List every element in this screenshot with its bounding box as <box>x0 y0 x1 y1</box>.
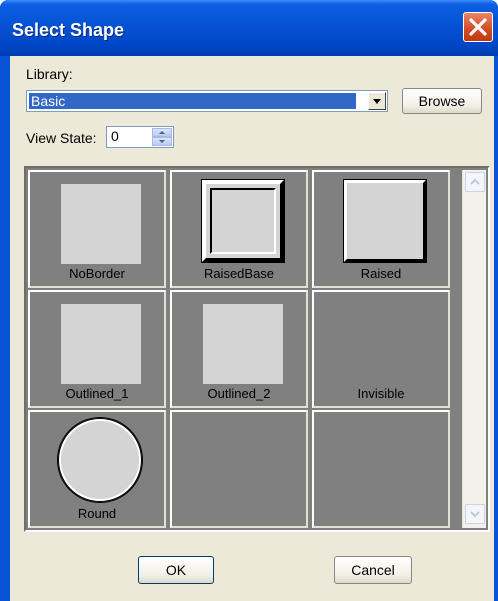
close-icon <box>469 18 487 36</box>
shape-preview-round <box>58 418 142 502</box>
scroll-up-button[interactable] <box>465 172 485 192</box>
dropdown-arrow-button[interactable] <box>368 92 386 110</box>
shape-cell-empty[interactable] <box>170 410 308 528</box>
chevron-down-icon <box>470 511 480 518</box>
view-state-stepper[interactable]: 0 <box>106 126 174 148</box>
dialog-body: Library: Basic Browse View State: 0 NoBo… <box>10 56 494 601</box>
shape-cell-raised[interactable]: Raised <box>312 170 450 288</box>
shape-cell-noborder[interactable]: NoBorder <box>28 170 166 288</box>
spin-down-button[interactable] <box>152 137 172 146</box>
scroll-down-button[interactable] <box>465 504 485 524</box>
ok-button[interactable]: OK <box>138 556 214 584</box>
spin-buttons <box>152 128 172 146</box>
view-state-value[interactable]: 0 <box>111 128 119 144</box>
shape-preview-raised <box>343 179 427 263</box>
shape-preview-outlined-1 <box>61 304 141 384</box>
shape-gallery: NoBorder RaisedBase Raised Outlined_1 Ou… <box>24 166 490 532</box>
library-label: Library: <box>26 66 73 82</box>
spin-up-button[interactable] <box>152 128 172 137</box>
chevron-down-icon <box>159 140 165 143</box>
shape-cell-raisedbase[interactable]: RaisedBase <box>170 170 308 288</box>
cancel-button[interactable]: Cancel <box>334 556 412 584</box>
chevron-down-icon <box>373 99 381 104</box>
shape-preview-outlined-2 <box>203 304 283 384</box>
shape-label: Outlined_1 <box>65 386 129 401</box>
chevron-up-icon <box>159 131 165 134</box>
shape-label: Outlined_2 <box>207 386 271 401</box>
shape-label: RaisedBase <box>203 266 275 281</box>
shape-label: Round <box>77 506 117 521</box>
close-button[interactable] <box>463 12 493 42</box>
view-state-label: View State: <box>26 130 97 146</box>
shape-cell-empty[interactable] <box>312 410 450 528</box>
vertical-scrollbar[interactable] <box>462 170 486 528</box>
shape-preview-noborder <box>61 184 141 264</box>
browse-button[interactable]: Browse <box>402 88 482 114</box>
title-bar[interactable]: Select Shape <box>0 0 498 56</box>
dialog-window: Select Shape Library: Basic Browse View … <box>0 0 498 601</box>
shape-cell-outlined-2[interactable]: Outlined_2 <box>170 290 308 408</box>
shape-label: NoBorder <box>69 266 125 281</box>
shape-label: Invisible <box>357 386 405 401</box>
shape-cell-invisible[interactable]: Invisible <box>312 290 450 408</box>
shape-label: Raised <box>360 266 402 281</box>
shape-preview-raisedbase <box>201 179 285 263</box>
library-dropdown[interactable]: Basic <box>26 90 388 112</box>
shape-cell-round[interactable]: Round <box>28 410 166 528</box>
window-title: Select Shape <box>12 20 125 40</box>
shape-cell-outlined-1[interactable]: Outlined_1 <box>28 290 166 408</box>
chevron-up-icon <box>470 178 480 185</box>
library-selected-value: Basic <box>29 93 356 109</box>
